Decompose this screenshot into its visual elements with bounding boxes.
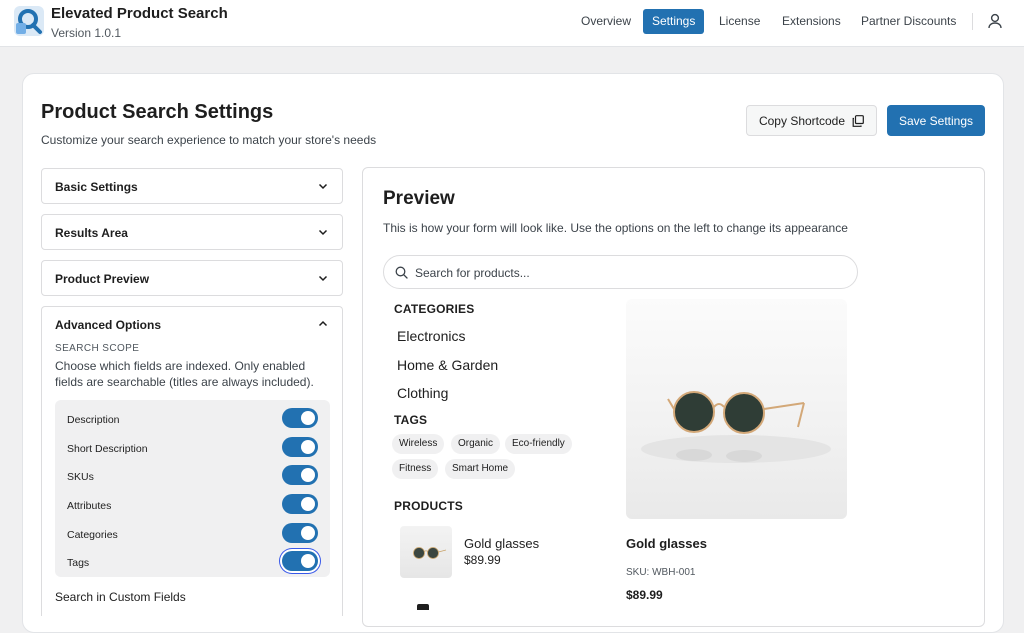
- featured-product-name[interactable]: Gold glasses: [626, 536, 707, 551]
- toggle-label: Attributes: [67, 500, 112, 512]
- skus-toggle[interactable]: [282, 465, 318, 485]
- page-title: Product Search Settings: [41, 101, 274, 123]
- copy-icon: [852, 114, 864, 127]
- tag-chip[interactable]: Organic: [451, 434, 501, 454]
- app-version: Version 1.0.1: [51, 26, 122, 40]
- description-toggle[interactable]: [282, 408, 318, 428]
- product-thumbnail[interactable]: [400, 526, 452, 578]
- chevron-down-icon: [318, 275, 328, 282]
- preview-search-box: [383, 255, 858, 289]
- accordion-label: Product Preview: [55, 272, 150, 286]
- chevron-down-icon: [318, 229, 328, 236]
- preview-title: Preview: [383, 188, 455, 209]
- accordion-basic-settings[interactable]: Basic Settings: [41, 168, 343, 204]
- toggle-label: Categories: [67, 529, 118, 541]
- nav-settings[interactable]: Settings: [643, 9, 705, 34]
- app-title: Elevated Product Search: [51, 5, 228, 22]
- toggle-label: Tags: [67, 557, 90, 569]
- glasses-image: [413, 547, 447, 559]
- page-subtitle: Customize your search experience to matc…: [41, 133, 377, 147]
- category-link[interactable]: Clothing: [397, 385, 448, 401]
- toggle-row-short-description: Short Description: [55, 435, 330, 463]
- products-heading: PRODUCTS: [394, 499, 463, 513]
- glasses-image: [641, 391, 831, 463]
- toggle-row-attributes: Attributes: [55, 492, 330, 520]
- search-scope-description: Choose which fields are indexed. Only en…: [55, 359, 314, 389]
- product-price: $89.99: [464, 553, 501, 567]
- tags-heading: TAGS: [394, 413, 428, 427]
- chevron-down-icon: [318, 183, 328, 190]
- nav-overview[interactable]: Overview: [572, 9, 640, 34]
- toggle-label: Description: [67, 414, 120, 426]
- search-scope-title: SEARCH SCOPE: [55, 343, 140, 354]
- short-description-toggle[interactable]: [282, 437, 318, 457]
- tag-chip[interactable]: Fitness: [392, 459, 439, 479]
- toggle-label: Short Description: [67, 443, 148, 455]
- toggle-label: SKUs: [67, 471, 94, 483]
- accordion-results-area[interactable]: Results Area: [41, 214, 343, 250]
- toggle-row-description: Description: [55, 406, 330, 434]
- attributes-toggle[interactable]: [282, 494, 318, 514]
- categories-toggle[interactable]: [282, 523, 318, 543]
- preview-panel: Preview This is how your form will look …: [362, 167, 985, 627]
- category-link[interactable]: Home & Garden: [397, 357, 498, 373]
- product-thumbnail-partial: [417, 604, 429, 610]
- category-link[interactable]: Electronics: [397, 328, 465, 344]
- preview-subtitle: This is how your form will look like. Us…: [383, 221, 848, 235]
- accordion-advanced-options: Advanced Options SEARCH SCOPE Choose whi…: [41, 306, 343, 616]
- toggle-row-skus: SKUs: [55, 463, 330, 491]
- nav-divider: [972, 13, 973, 30]
- categories-heading: CATEGORIES: [394, 302, 475, 316]
- search-icon: [395, 266, 408, 279]
- nav-license[interactable]: License: [710, 9, 769, 34]
- custom-fields-label: Search in Custom Fields: [55, 590, 186, 604]
- scope-toggle-list: Description Short Description SKUs Attri…: [55, 400, 330, 577]
- advanced-options-header[interactable]: Advanced Options: [42, 307, 342, 341]
- accordion-label: Basic Settings: [55, 180, 138, 194]
- copy-shortcode-button[interactable]: Copy Shortcode: [746, 105, 877, 136]
- toggle-row-tags: Tags: [55, 549, 330, 577]
- featured-product-price: $89.99: [626, 588, 663, 602]
- nav-extensions[interactable]: Extensions: [773, 9, 850, 34]
- featured-product-sku: SKU: WBH-001: [626, 567, 696, 578]
- nav-partner-discounts[interactable]: Partner Discounts: [852, 9, 965, 34]
- user-icon[interactable]: [986, 12, 1004, 30]
- chevron-up-icon: [318, 320, 328, 327]
- copy-shortcode-label: Copy Shortcode: [758, 113, 846, 128]
- tag-chip[interactable]: Wireless: [392, 434, 445, 454]
- tags-toggle[interactable]: [282, 551, 318, 571]
- accordion-label: Results Area: [55, 226, 128, 240]
- accordion-label: Advanced Options: [55, 318, 162, 332]
- search-input[interactable]: [415, 264, 835, 282]
- tag-chip[interactable]: Eco-friendly: [505, 434, 572, 454]
- tag-chip[interactable]: Smart Home: [445, 459, 516, 479]
- save-settings-button[interactable]: Save Settings: [887, 105, 985, 136]
- logo-icon: [14, 6, 44, 36]
- product-name[interactable]: Gold glasses: [464, 536, 539, 551]
- accordion-product-preview[interactable]: Product Preview: [41, 260, 343, 296]
- toggle-row-categories: Categories: [55, 521, 330, 549]
- top-bar: Elevated Product Search Version 1.0.1 Ov…: [0, 0, 1024, 47]
- featured-product-image[interactable]: [626, 299, 847, 519]
